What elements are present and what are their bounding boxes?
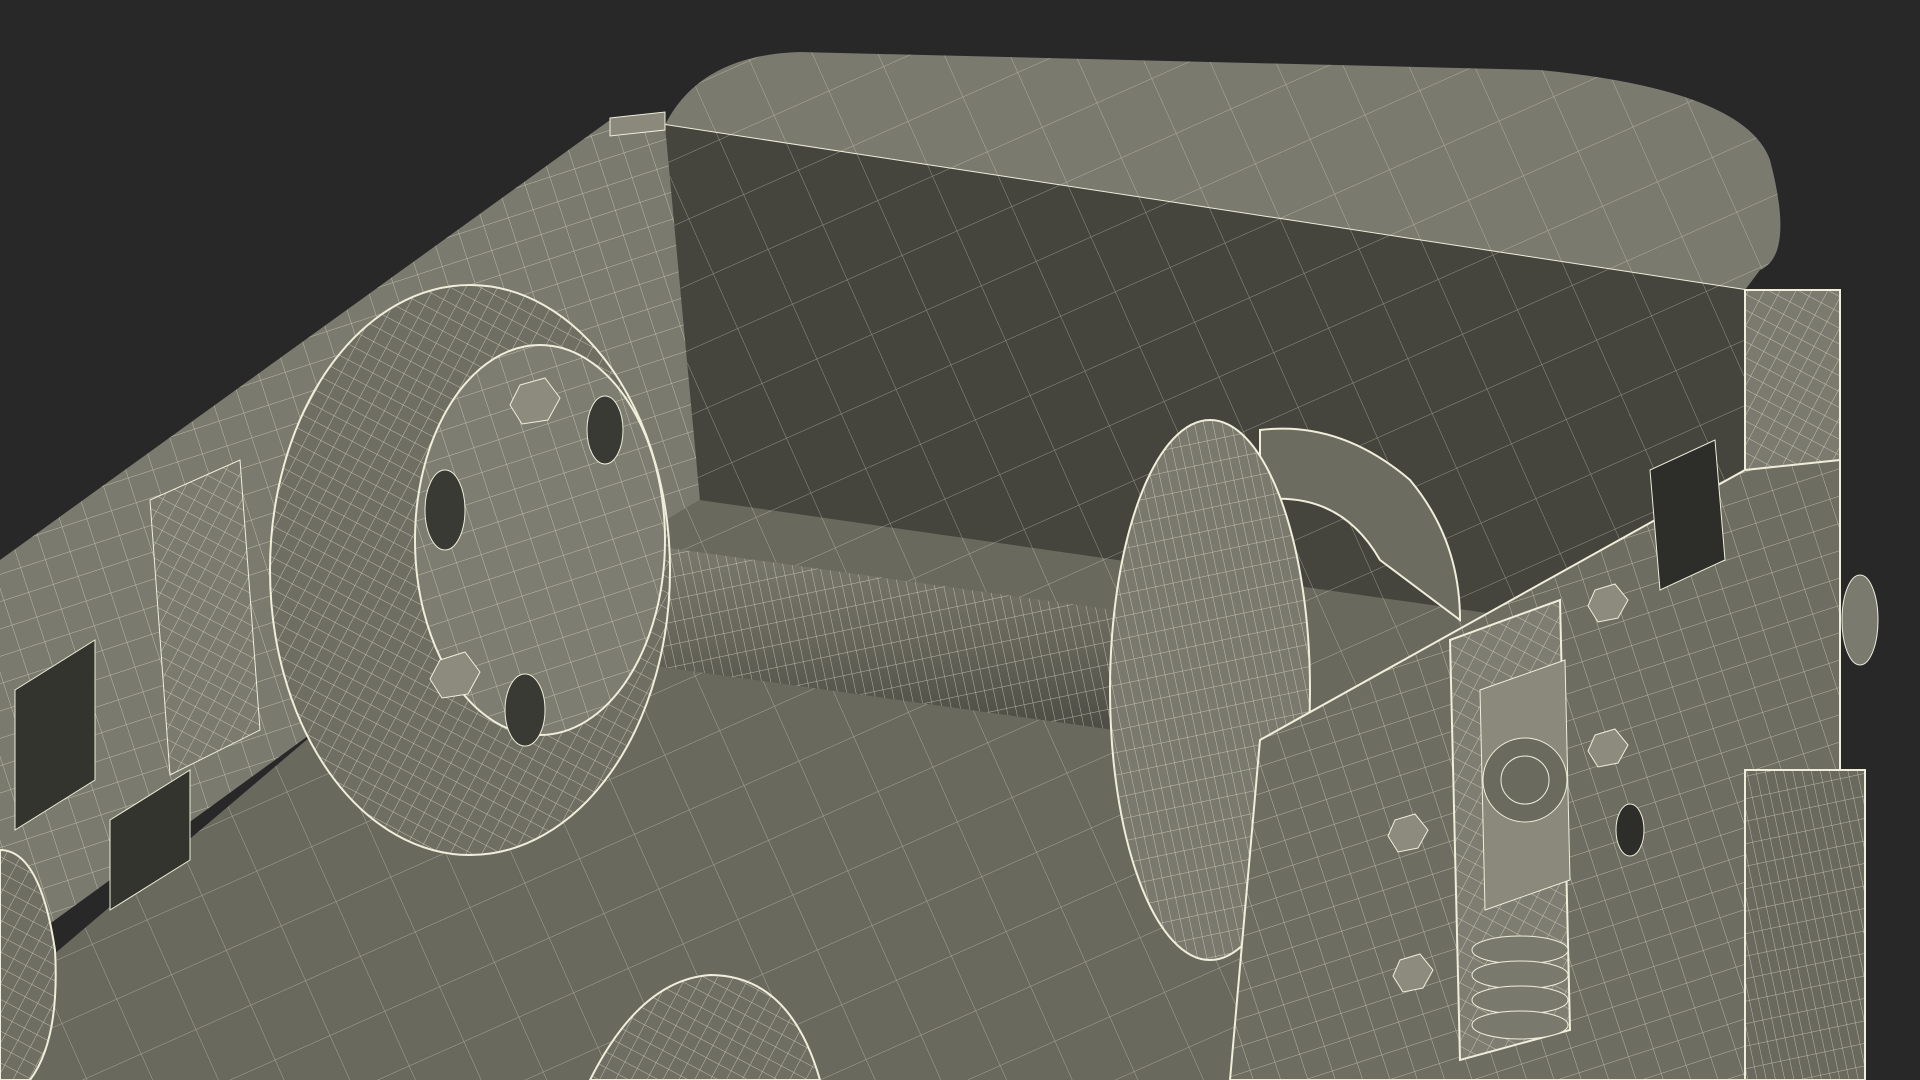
guide-grille: [1482, 737, 1568, 823]
render-viewport: [0, 0, 1920, 1080]
left-wheel: [269, 284, 671, 856]
side-pin: [1841, 574, 1879, 666]
wheel-bolt-hole: [424, 469, 466, 551]
wireframe-scene: [0, 52, 1879, 1080]
wheel-bolt-hole: [504, 673, 546, 747]
frame-hole: [1615, 803, 1645, 857]
wheel-bolt-hole: [586, 395, 624, 465]
